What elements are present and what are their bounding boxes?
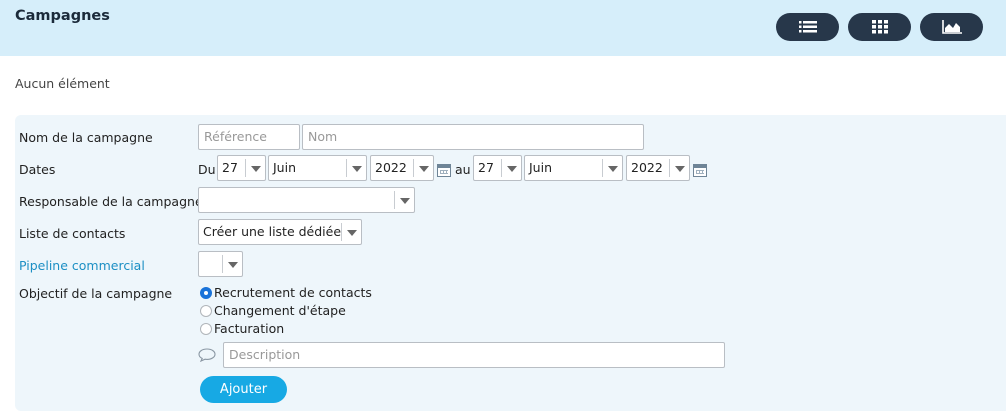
chart-view-button[interactable] (920, 13, 983, 41)
calendar-icon[interactable] (437, 164, 451, 177)
date-from-year-select[interactable]: 2022 (370, 155, 434, 181)
date-from-label: Du (198, 162, 216, 177)
radio-selected[interactable] (200, 287, 212, 299)
chart-icon (941, 20, 962, 34)
empty-message: Aucun élément (15, 76, 110, 91)
date-from-month-select[interactable]: Juin (268, 155, 367, 181)
chevron-down-icon (245, 159, 265, 177)
grid-icon (871, 20, 888, 34)
date-to-month-value: Juin (529, 160, 553, 175)
date-to-month-select[interactable]: Juin (524, 155, 623, 181)
objective-label: Objectif de la campagne (19, 286, 173, 301)
contacts-label: Liste de contacts (19, 226, 126, 241)
chevron-down-icon (341, 223, 361, 241)
chevron-down-icon (413, 159, 433, 177)
date-from-month-value: Juin (273, 160, 297, 175)
chevron-down-icon (602, 159, 622, 177)
dates-label: Dates (19, 162, 56, 177)
pipeline-link[interactable]: Pipeline commercial (19, 258, 145, 273)
date-to-day-value: 27 (478, 160, 494, 175)
chevron-down-icon (394, 191, 414, 209)
date-from-day-value: 27 (222, 160, 238, 175)
list-view-button[interactable] (776, 13, 839, 41)
chevron-down-icon (501, 159, 521, 177)
date-to-year-value: 2022 (631, 160, 663, 175)
description-input[interactable]: Description (223, 342, 725, 368)
page-header: Campagnes (0, 0, 1006, 56)
owner-label: Responsable de la campagne (19, 194, 203, 209)
reference-input[interactable]: Référence (198, 124, 300, 150)
chevron-down-icon (669, 159, 689, 177)
contacts-value: Créer une liste dédiée (203, 224, 342, 239)
calendar-icon[interactable] (693, 164, 707, 177)
add-button[interactable]: Ajouter (200, 376, 287, 403)
owner-select[interactable] (198, 187, 415, 213)
objective-option-label: Recrutement de contacts (214, 285, 372, 300)
radio-unselected[interactable] (200, 323, 212, 335)
radio-unselected[interactable] (200, 305, 212, 317)
date-to-year-select[interactable]: 2022 (626, 155, 690, 181)
date-to-label: au (455, 162, 471, 177)
chevron-down-icon (222, 255, 242, 273)
page-title: Campagnes (15, 8, 110, 24)
date-to-day-select[interactable]: 27 (473, 155, 522, 181)
contacts-select[interactable]: Créer une liste dédiée (198, 219, 362, 245)
date-from-day-select[interactable]: 27 (217, 155, 266, 181)
list-icon (798, 21, 817, 33)
date-from-year-value: 2022 (375, 160, 407, 175)
grid-view-button[interactable] (848, 13, 911, 41)
objective-option-label: Changement d'étape (214, 303, 346, 318)
pipeline-select[interactable] (198, 251, 243, 277)
objective-option-label: Facturation (214, 321, 285, 336)
chevron-down-icon (346, 159, 366, 177)
campaign-name-label: Nom de la campagne (19, 130, 153, 145)
comment-icon (198, 348, 216, 362)
campaign-name-input[interactable]: Nom (302, 124, 644, 150)
